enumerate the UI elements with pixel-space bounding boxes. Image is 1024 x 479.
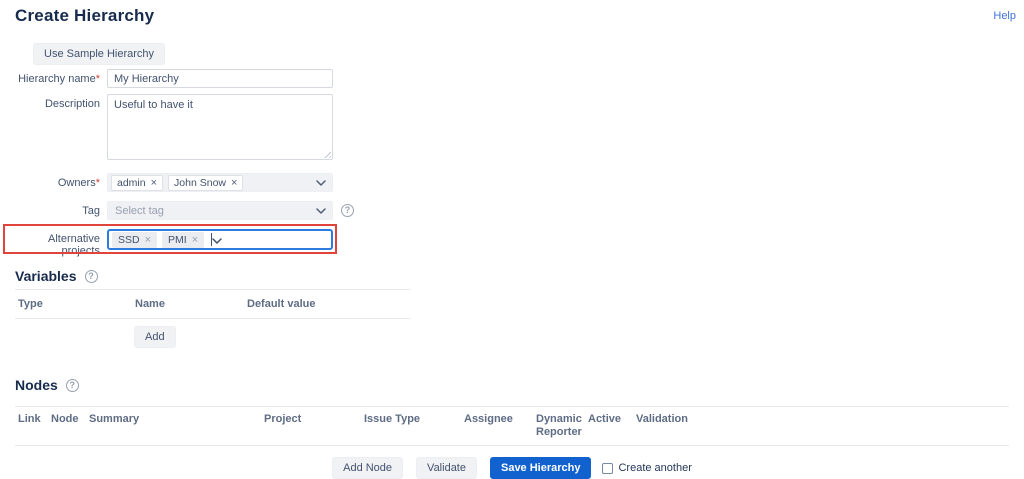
owner-chip: John Snow ×	[168, 174, 244, 191]
tag-label: Tag	[82, 205, 100, 217]
column-header-active: Active	[588, 413, 622, 425]
hierarchy-name-row: Hierarchy name*	[15, 69, 1009, 88]
owners-multiselect[interactable]: admin × John Snow ×	[107, 173, 333, 192]
variables-table: Type Name Default value Add	[15, 289, 410, 348]
owners-row: Owners* admin × John Snow ×	[15, 173, 1009, 192]
chevron-down-icon	[212, 231, 222, 249]
description-row: Description Useful to have it	[15, 94, 1009, 160]
owners-label: Owners*	[57, 177, 100, 189]
tag-select[interactable]: Select tag	[107, 201, 333, 220]
hierarchy-name-label: Hierarchy name*	[18, 73, 100, 85]
chevron-down-icon	[316, 179, 326, 186]
description-textarea[interactable]: Useful to have it	[107, 94, 333, 160]
owner-chip: admin ×	[111, 174, 164, 191]
create-hierarchy-page: Create Hierarchy Help Use Sample Hierarc…	[0, 0, 1024, 479]
column-header-assignee: Assignee	[464, 413, 513, 425]
add-variable-button[interactable]: Add	[134, 326, 176, 348]
remove-chip-icon[interactable]: ×	[192, 234, 198, 245]
variables-help-icon[interactable]: ?	[84, 270, 98, 283]
tag-placeholder: Select tag	[115, 204, 164, 217]
description-label: Description	[44, 98, 100, 110]
use-sample-hierarchy-button[interactable]: Use Sample Hierarchy	[33, 43, 166, 65]
validate-button[interactable]: Validate	[416, 457, 477, 479]
variables-table-header: Type Name Default value	[15, 289, 410, 319]
column-header-project: Project	[264, 413, 302, 425]
column-header-issue-type: Issue Type	[364, 413, 421, 425]
project-chip: SSD ×	[112, 231, 158, 248]
nodes-table: Link Node Summary Project Issue Type Ass…	[15, 406, 1009, 446]
hierarchy-name-input[interactable]	[107, 69, 333, 88]
nodes-heading: Nodes ?	[15, 377, 1009, 393]
column-header-link: Link	[18, 413, 41, 425]
column-header-node: Node	[51, 413, 79, 425]
column-header-type: Type	[18, 298, 43, 310]
nodes-table-header: Link Node Summary Project Issue Type Ass…	[15, 406, 1009, 446]
page-title: Create Hierarchy	[15, 6, 155, 25]
footer-actions: Add Node Validate Save Hierarchy Create …	[15, 457, 1009, 479]
tag-help-icon[interactable]: ?	[341, 204, 354, 217]
remove-chip-icon[interactable]: ×	[231, 177, 237, 188]
alternative-projects-label: Alternative projects	[48, 233, 100, 257]
remove-chip-icon[interactable]: ×	[151, 177, 157, 188]
column-header-name: Name	[135, 298, 165, 310]
create-another-group: Create another	[602, 462, 692, 474]
column-header-validation: Validation	[636, 413, 688, 425]
required-indicator: *	[95, 177, 100, 189]
help-link[interactable]: Help	[993, 10, 1016, 22]
create-another-label[interactable]: Create another	[618, 462, 691, 474]
column-header-dynamic-reporter: Dynamic Reporter	[536, 413, 582, 438]
remove-chip-icon[interactable]: ×	[145, 234, 151, 245]
required-indicator: *	[95, 73, 100, 85]
variables-heading: Variables ?	[15, 268, 1009, 284]
alternative-projects-row: Alternative projects SSD × PMI ×	[3, 224, 1009, 257]
chevron-down-icon	[316, 207, 326, 214]
alternative-projects-multiselect[interactable]: SSD × PMI ×	[107, 229, 333, 250]
nodes-help-icon[interactable]: ?	[65, 379, 79, 392]
create-another-checkbox[interactable]	[602, 462, 614, 474]
column-header-summary: Summary	[89, 413, 140, 425]
project-chip: PMI ×	[162, 231, 205, 248]
tag-row: Tag Select tag ?	[15, 201, 1009, 220]
save-hierarchy-button[interactable]: Save Hierarchy	[489, 457, 592, 479]
add-node-button[interactable]: Add Node	[332, 457, 404, 479]
column-header-default-value: Default value	[247, 298, 316, 310]
